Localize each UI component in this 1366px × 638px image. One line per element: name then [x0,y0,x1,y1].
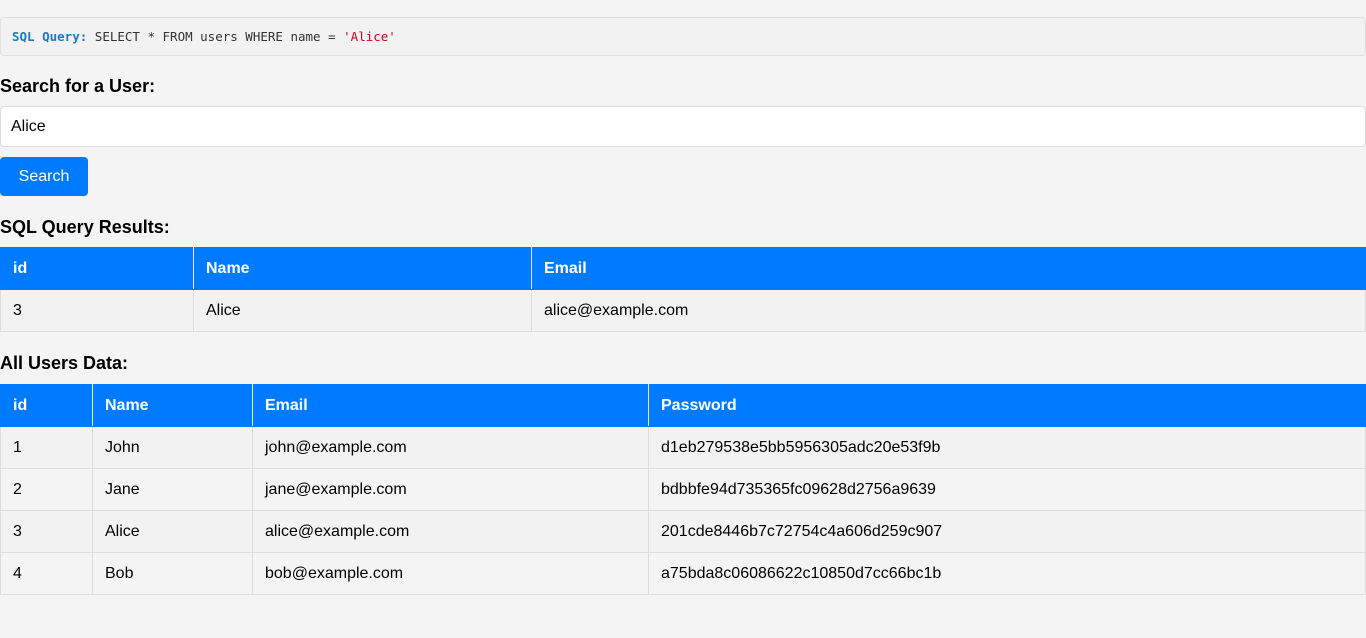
table-cell: a75bda8c06086622c10850d7cc66bc1b [648,552,1366,595]
search-button[interactable]: Search [0,157,88,196]
table-cell: 201cde8446b7c72754c4a606d259c907 [648,510,1366,553]
results-table: id Name Email 3 Alice alice@example.com [0,247,1366,332]
all-users-column-header: id [0,384,93,427]
table-row: 3 Alice alice@example.com 201cde8446b7c7… [0,510,1366,553]
table-cell: Alice [92,510,253,553]
page: SQL Query: SELECT * FROM users WHERE nam… [0,0,1366,638]
table-cell: 3 [0,289,194,332]
results-heading: SQL Query Results: [0,217,170,237]
all-users-heading: All Users Data: [0,353,129,373]
table-cell: Jane [92,468,253,511]
table-cell: alice@example.com [252,510,649,553]
table-cell: bob@example.com [252,552,649,595]
search-heading: Search for a User: [0,76,156,96]
table-cell: Alice [193,289,532,332]
results-column-header: Email [531,247,1366,290]
sql-query-text: SELECT * FROM users WHERE name = [87,29,344,44]
table-cell: alice@example.com [531,289,1366,332]
table-cell: 3 [0,510,93,553]
table-cell: 1 [0,426,93,469]
table-row: 1 John john@example.com d1eb279538e5bb59… [0,426,1366,469]
table-cell: 2 [0,468,93,511]
table-row: 2 Jane jane@example.com bdbbfe94d735365f… [0,468,1366,511]
table-cell: john@example.com [252,426,649,469]
all-users-column-header: Name [92,384,253,427]
results-column-header: Name [193,247,532,290]
all-users-table: id Name Email Password 1 John john@examp… [0,384,1366,595]
all-users-column-header: Email [252,384,649,427]
all-users-header-row: id Name Email Password [0,384,1366,427]
table-row: 3 Alice alice@example.com [0,289,1366,332]
results-column-header: id [0,247,194,290]
table-row: 4 Bob bob@example.com a75bda8c06086622c1… [0,552,1366,595]
sql-query-display: SQL Query: SELECT * FROM users WHERE nam… [0,17,1366,56]
table-cell: Bob [92,552,253,595]
search-input[interactable] [0,106,1366,147]
sql-query-label: SQL Query: [12,29,88,44]
results-header-row: id Name Email [0,247,1366,290]
table-cell: d1eb279538e5bb5956305adc20e53f9b [648,426,1366,469]
sql-query-value: 'Alice' [343,29,396,44]
table-cell: 4 [0,552,93,595]
table-cell: jane@example.com [252,468,649,511]
all-users-column-header: Password [648,384,1366,427]
table-cell: John [92,426,253,469]
table-cell: bdbbfe94d735365fc09628d2756a9639 [648,468,1366,511]
